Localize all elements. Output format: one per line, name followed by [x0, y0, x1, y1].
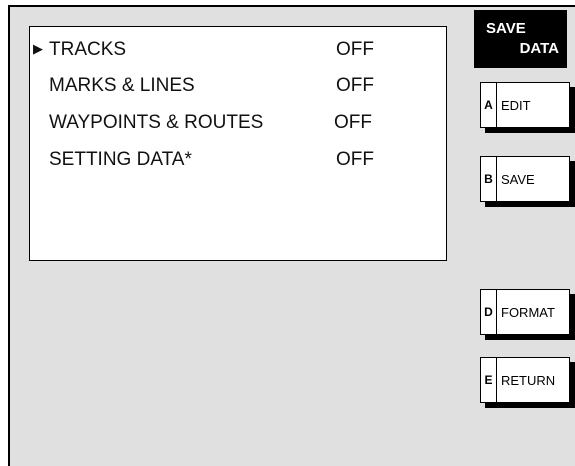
title-line-1: SAVE — [486, 20, 526, 37]
list-item-tracks[interactable]: ▶ TRACKS OFF — [30, 37, 446, 63]
softkey-return[interactable]: E RETURN — [480, 357, 575, 408]
item-value: OFF — [336, 39, 374, 60]
item-label: MARKS & LINES — [49, 75, 195, 96]
item-value: OFF — [334, 112, 372, 133]
key-letter: B — [481, 157, 497, 201]
list-item-marks-lines[interactable]: MARKS & LINES OFF — [30, 73, 446, 99]
key-face[interactable]: E RETURN — [480, 357, 570, 403]
softkey-format[interactable]: D FORMAT — [480, 289, 575, 340]
list-item-waypoints-routes[interactable]: WAYPOINTS & ROUTES OFF — [30, 110, 446, 136]
key-label: SAVE — [501, 171, 535, 187]
item-value: OFF — [336, 75, 374, 96]
item-label: SETTING DATA* — [49, 149, 192, 170]
title-line-2: DATA — [519, 40, 559, 57]
key-letter: D — [481, 290, 497, 334]
cursor-arrow-icon: ▶ — [33, 41, 43, 56]
key-letter: A — [481, 83, 497, 127]
list-item-setting-data[interactable]: SETTING DATA* OFF — [30, 147, 446, 173]
menu-title: SAVE DATA — [474, 10, 567, 68]
item-label: TRACKS — [49, 39, 127, 60]
key-face[interactable]: A EDIT — [480, 82, 570, 128]
key-label: FORMAT — [501, 304, 555, 320]
save-data-list: ▶ TRACKS OFF MARKS & LINES OFF WAYPOINTS… — [29, 26, 447, 261]
softkey-save[interactable]: B SAVE — [480, 156, 575, 207]
key-face[interactable]: D FORMAT — [480, 289, 570, 335]
softkey-edit[interactable]: A EDIT — [480, 82, 575, 133]
key-label: RETURN — [501, 372, 556, 388]
item-value: OFF — [336, 149, 374, 170]
item-label: WAYPOINTS & ROUTES — [49, 112, 264, 133]
key-face[interactable]: B SAVE — [480, 156, 570, 202]
key-label: EDIT — [501, 97, 531, 113]
key-letter: E — [481, 358, 497, 402]
